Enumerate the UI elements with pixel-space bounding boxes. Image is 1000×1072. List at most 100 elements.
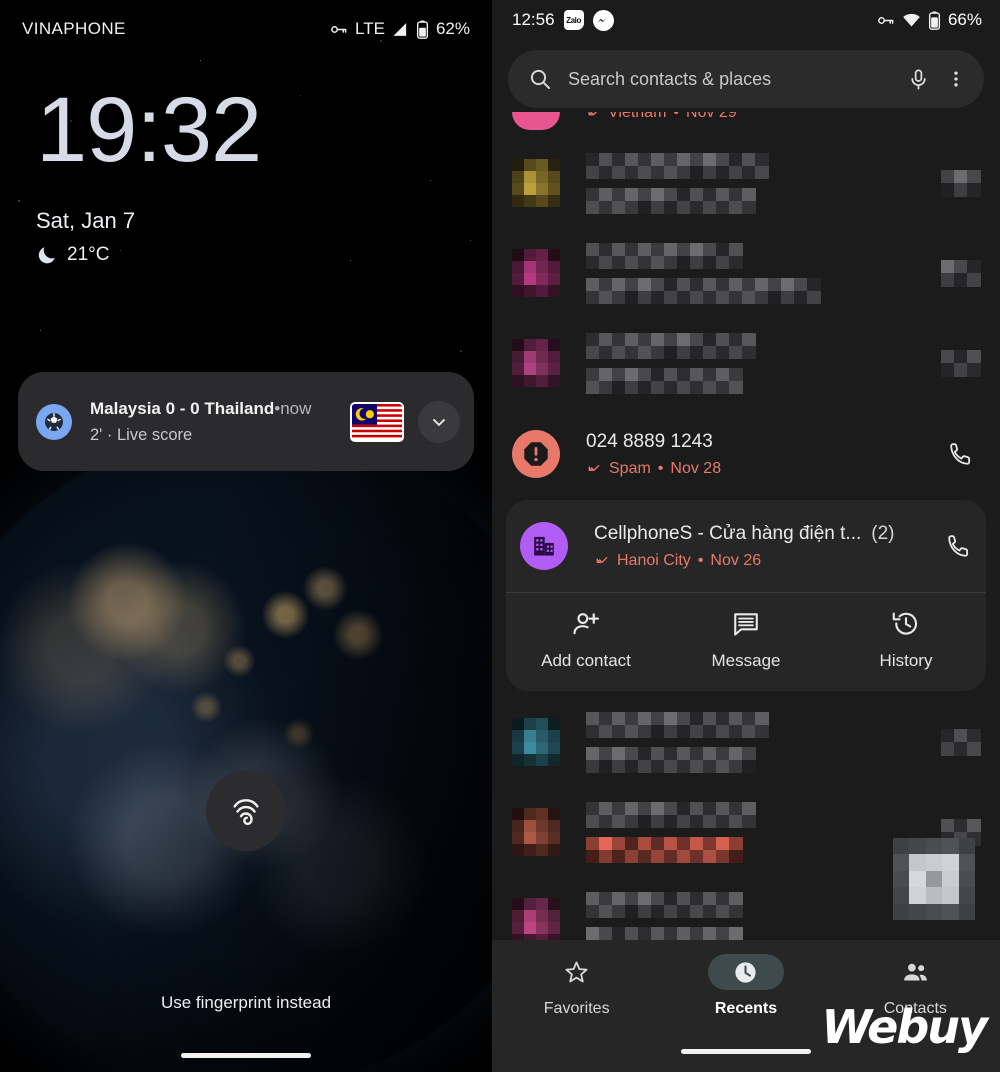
nav-tab-favorites[interactable]: Favorites xyxy=(492,954,661,1030)
notification-time: now xyxy=(280,398,312,418)
row-location: Vietnam xyxy=(608,112,667,121)
row-text xyxy=(586,242,941,304)
call-log-row-blurred[interactable] xyxy=(492,318,1000,408)
messenger-icon xyxy=(592,9,614,31)
call-back-button[interactable] xyxy=(938,533,978,560)
call-log-row-cut[interactable]: Vietnam • Nov 29 xyxy=(492,112,1000,138)
weather-temperature: 21°C xyxy=(67,244,110,265)
malaysia-flag-icon xyxy=(350,401,404,442)
row-date: Nov 29 xyxy=(686,112,737,121)
lockscreen-clock: 19:32 xyxy=(36,79,262,181)
incoming-call-arrow-icon xyxy=(588,464,600,471)
fingerprint-icon xyxy=(233,799,259,826)
people-icon xyxy=(903,963,927,980)
search-bar[interactable]: Search contacts & places xyxy=(508,50,984,108)
row-separator: • xyxy=(657,459,664,477)
status-icons-group: LTE 62% xyxy=(329,19,470,39)
search-input[interactable]: Search contacts & places xyxy=(568,69,891,90)
row-trailing-redacted xyxy=(941,260,981,287)
business-icon xyxy=(520,522,568,570)
notification-title-row: Malaysia 0 - 0 Thailand•now xyxy=(90,399,350,419)
avatar xyxy=(512,249,560,297)
battery-icon xyxy=(416,20,428,39)
row-location: Spam xyxy=(609,459,651,477)
expanded-call-card[interactable]: CellphoneS - Cửa hàng điện t... (2) Hano… xyxy=(506,500,986,691)
row-separator: • xyxy=(697,551,704,569)
row-subtitle: Vietnam • Nov 29 xyxy=(586,112,980,122)
row-location: Hanoi City xyxy=(617,551,691,569)
home-indicator-left[interactable] xyxy=(181,1053,311,1058)
row-name-redacted xyxy=(586,801,941,828)
signal-bars-icon xyxy=(393,22,407,36)
nav-tab-recents[interactable]: Recents xyxy=(661,954,830,1030)
watermark-label: Webuy xyxy=(821,1000,988,1054)
fingerprint-unlock-button[interactable] xyxy=(206,771,286,851)
row-text xyxy=(586,711,941,773)
nav-label: Favorites xyxy=(543,1000,610,1017)
add-contact-action[interactable]: Add contact xyxy=(506,593,666,689)
notification-subtitle: 2' · Live score xyxy=(90,425,193,444)
nav-pill xyxy=(877,954,953,990)
earth-terminator-shadow xyxy=(0,430,492,1072)
notification-text-group: Malaysia 0 - 0 Thailand•now 2' · Live sc… xyxy=(90,399,350,445)
date-weather-group[interactable]: Sat, Jan 7 21°C xyxy=(36,208,261,266)
phone-icon xyxy=(949,442,970,465)
expanded-action-row: Add contact Message History xyxy=(506,593,986,689)
incoming-call-arrow-icon xyxy=(588,112,597,115)
row-text xyxy=(586,152,941,214)
row-trailing-redacted xyxy=(941,350,981,377)
row-name: 024 8889 1243 xyxy=(586,431,940,453)
row-separator: • xyxy=(673,112,680,121)
message-action[interactable]: Message xyxy=(666,593,826,689)
call-log-row-cellphones[interactable]: CellphoneS - Cửa hàng điện t... (2) Hano… xyxy=(506,500,986,592)
spam-warning-icon xyxy=(512,430,560,478)
row-text xyxy=(586,332,941,394)
call-back-button[interactable] xyxy=(940,441,980,468)
screenshot-root: VINAPHONE LTE 62% 19:32 Sat, Jan 7 21°C … xyxy=(0,0,1000,1072)
row-text xyxy=(586,801,941,863)
call-log-list[interactable]: Vietnam • Nov 29 024 8889 1243 Spam • No… xyxy=(492,112,1000,942)
key-icon xyxy=(331,25,347,33)
row-subtitle: Spam • Nov 28 xyxy=(586,460,940,478)
row-name-redacted xyxy=(586,332,941,359)
row-date: Nov 26 xyxy=(710,551,762,569)
row-text: CellphoneS - Cửa hàng điện t... (2) Hano… xyxy=(594,523,938,570)
battery-percent-label: 66% xyxy=(947,10,982,29)
star-icon xyxy=(565,960,588,982)
avatar xyxy=(512,898,560,942)
chevron-down-icon[interactable] xyxy=(418,400,460,443)
call-log-row-spam[interactable]: 024 8889 1243 Spam • Nov 28 xyxy=(492,408,1000,500)
incoming-call-arrow-icon xyxy=(596,556,608,563)
row-trailing-redacted xyxy=(941,729,981,756)
microphone-icon[interactable] xyxy=(907,68,930,91)
row-name-redacted xyxy=(586,152,941,179)
more-vert-icon[interactable] xyxy=(946,68,966,90)
row-name-label: 024 8889 1243 xyxy=(586,430,713,452)
earth-globe xyxy=(0,430,492,1072)
row-name-label: CellphoneS - Cửa hàng điện t... xyxy=(594,522,862,544)
battery-icon xyxy=(928,11,940,30)
home-indicator-right[interactable] xyxy=(681,1049,811,1054)
clock-icon xyxy=(735,961,757,983)
lockscreen-hint[interactable]: Use fingerprint instead xyxy=(0,993,492,1013)
row-name-redacted xyxy=(586,242,941,269)
row-call-count: (2) xyxy=(871,522,895,544)
row-subtitle: Hanoi City • Nov 26 xyxy=(594,552,938,570)
lockscreen-weather[interactable]: 21°C xyxy=(36,244,261,266)
row-subtitle-redacted xyxy=(586,836,941,863)
row-name: CellphoneS - Cửa hàng điện t... (2) xyxy=(594,523,938,545)
call-log-row-blurred[interactable] xyxy=(492,697,1000,787)
row-text: Vietnam • Nov 29 xyxy=(586,112,980,122)
history-action[interactable]: History xyxy=(826,593,986,689)
notification-title: Malaysia 0 - 0 Thailand xyxy=(90,398,275,418)
lockscreen-status-bar: VINAPHONE LTE 62% xyxy=(0,0,492,58)
avatar xyxy=(512,718,560,766)
avatar xyxy=(512,112,560,130)
zalo-icon: Zalo xyxy=(563,10,584,30)
call-log-row-blurred[interactable] xyxy=(492,228,1000,318)
moon-icon xyxy=(38,247,55,264)
nav-label-selected: Recents xyxy=(714,1000,778,1017)
call-log-row-blurred[interactable] xyxy=(492,138,1000,228)
phone-icon xyxy=(947,534,968,557)
notification-card[interactable]: Malaysia 0 - 0 Thailand•now 2' · Live sc… xyxy=(18,372,474,471)
